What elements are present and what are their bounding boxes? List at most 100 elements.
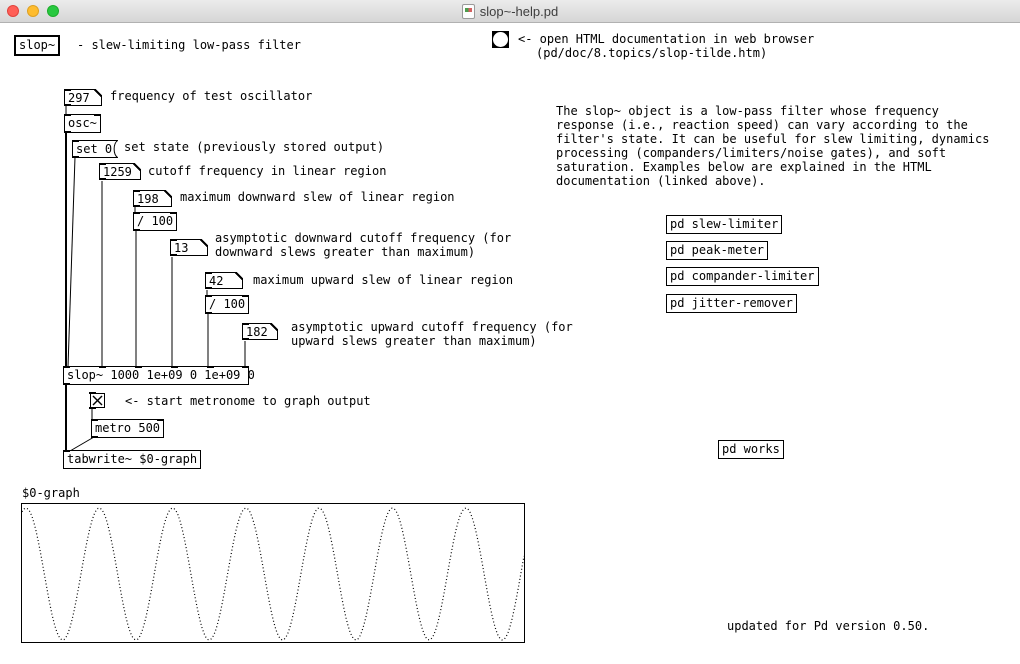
number-box-max-down[interactable]: 198 (133, 190, 172, 207)
cord-metro-tabwrite (70, 437, 94, 451)
osc-object[interactable]: osc~ (64, 114, 101, 133)
inlet-nub (99, 366, 106, 368)
slop-object-label: slop~ (19, 38, 55, 52)
outlet-nub (133, 229, 140, 231)
waveform-graph (21, 503, 525, 643)
number-value: 13 (174, 241, 188, 255)
max-down-comment: maximum downward slew of linear region (180, 190, 455, 204)
metronome-comment: <- start metronome to graph output (125, 394, 371, 408)
number-value: 198 (137, 192, 159, 206)
inlet-nub (133, 212, 140, 214)
subpatch-label: pd works (722, 442, 780, 456)
inlet-nub (133, 190, 140, 192)
number-value: 297 (68, 91, 90, 105)
asym-up-comment: asymptotic upward cutoff frequency (for … (291, 320, 573, 348)
metro-object[interactable]: metro 500 (91, 419, 164, 438)
subpatch-label: pd peak-meter (670, 243, 764, 257)
number-box-asym-up[interactable]: 182 (242, 323, 278, 340)
subpatch-label: pd jitter-remover (670, 296, 793, 310)
graph-wave-path (22, 508, 524, 640)
number-value: 1259 (103, 165, 132, 179)
outlet-nub (91, 436, 98, 438)
updated-comment: updated for Pd version 0.50. (727, 619, 929, 633)
outlet-nub (89, 407, 96, 409)
inlet-nub (63, 366, 70, 368)
set-state-message[interactable]: set 0 (72, 140, 118, 158)
subpatch-compander-limiter[interactable]: pd compander-limiter (666, 267, 819, 286)
waveform-plot (22, 504, 524, 642)
html-doc-link-icon[interactable] (492, 31, 509, 48)
patch-canvas: slop~ - slew-limiting low-pass filter <-… (0, 23, 1020, 664)
subpatch-slew-limiter[interactable]: pd slew-limiter (666, 215, 782, 234)
slop-object-box[interactable]: slop~ (14, 35, 60, 56)
open-html-comment: <- open HTML documentation in web browse… (518, 32, 814, 46)
inlet-nub (242, 366, 249, 368)
set-state-comment: set state (previously stored output) (124, 140, 384, 154)
inlet-nub (91, 419, 98, 421)
inlet-nub (242, 323, 249, 325)
osc-label: osc~ (68, 116, 97, 130)
number-box-cutoff[interactable]: 1259 (99, 163, 141, 180)
tabwrite-label: tabwrite~ $0-graph (67, 452, 197, 466)
number-box-frequency[interactable]: 297 (64, 89, 102, 106)
divide-100-object-a[interactable]: / 100 (133, 212, 177, 231)
inlet-nub (99, 163, 106, 165)
toggle-x-icon (90, 393, 105, 408)
divide-label: / 100 (209, 297, 245, 311)
number-value: 182 (246, 325, 268, 339)
subpatch-jitter-remover[interactable]: pd jitter-remover (666, 294, 797, 313)
asym-down-comment: asymptotic downward cutoff frequency (fo… (215, 231, 511, 259)
slop-main-label: slop~ 1000 1e+09 0 1e+09 0 (67, 368, 255, 382)
outlet-nub (63, 383, 70, 385)
inlet-nub (94, 114, 101, 116)
metro-label: metro 500 (95, 421, 160, 435)
outlet-nub (170, 254, 177, 256)
inlet-nub (170, 212, 177, 214)
outlet-nub (133, 205, 140, 207)
outlet-nub (205, 312, 212, 314)
inlet-nub (63, 450, 70, 452)
doc-link-circle (493, 32, 508, 47)
subpatch-works[interactable]: pd works (718, 440, 784, 459)
outlet-nub (242, 338, 249, 340)
inlet-nub (170, 239, 177, 241)
title-bar: slop~-help.pd (0, 0, 1020, 23)
inlet-nub (207, 366, 214, 368)
inlet-nub (135, 366, 142, 368)
header-comment: - slew-limiting low-pass filter (77, 38, 301, 52)
outlet-nub (205, 287, 212, 289)
inlet-nub (64, 89, 71, 91)
outlet-nub (64, 131, 71, 133)
outlet-nub (64, 104, 71, 106)
inlet-nub (205, 295, 212, 297)
inlet-nub (205, 272, 212, 274)
subpatch-label: pd compander-limiter (670, 269, 815, 283)
outlet-nub (72, 156, 79, 158)
document-proxy-icon (462, 4, 475, 19)
freq-osc-comment: frequency of test oscillator (110, 89, 312, 103)
divide-label: / 100 (137, 214, 173, 228)
description-comment: The slop~ object is a low-pass filter wh… (556, 104, 989, 188)
metronome-toggle[interactable] (90, 393, 105, 408)
outlet-nub (14, 54, 21, 56)
inlet-nub (64, 114, 71, 116)
tabwrite-object[interactable]: tabwrite~ $0-graph (63, 450, 201, 469)
inlet-nub (242, 295, 249, 297)
inlet-nub (72, 140, 79, 142)
number-box-asym-down[interactable]: 13 (170, 239, 208, 256)
number-box-max-up[interactable]: 42 (205, 272, 243, 289)
message-label: set 0 (76, 142, 112, 157)
cord-set0-slop (68, 157, 75, 367)
cutoff-comment: cutoff frequency in linear region (148, 164, 386, 178)
html-path-comment: (pd/doc/8.topics/slop-tilde.htm) (536, 46, 767, 60)
outlet-nub (99, 178, 106, 180)
subpatch-peak-meter[interactable]: pd peak-meter (666, 241, 768, 260)
inlet-nub (157, 419, 164, 421)
graph-label: $0-graph (22, 486, 80, 500)
pd-window: slop~-help.pd slop~ - slew-limiting low-… (0, 0, 1020, 664)
subpatch-label: pd slew-limiter (670, 217, 778, 231)
number-value: 42 (209, 274, 223, 288)
window-title: slop~-help.pd (480, 4, 558, 19)
divide-100-object-b[interactable]: / 100 (205, 295, 249, 314)
slop-main-object[interactable]: slop~ 1000 1e+09 0 1e+09 0 (63, 366, 249, 385)
